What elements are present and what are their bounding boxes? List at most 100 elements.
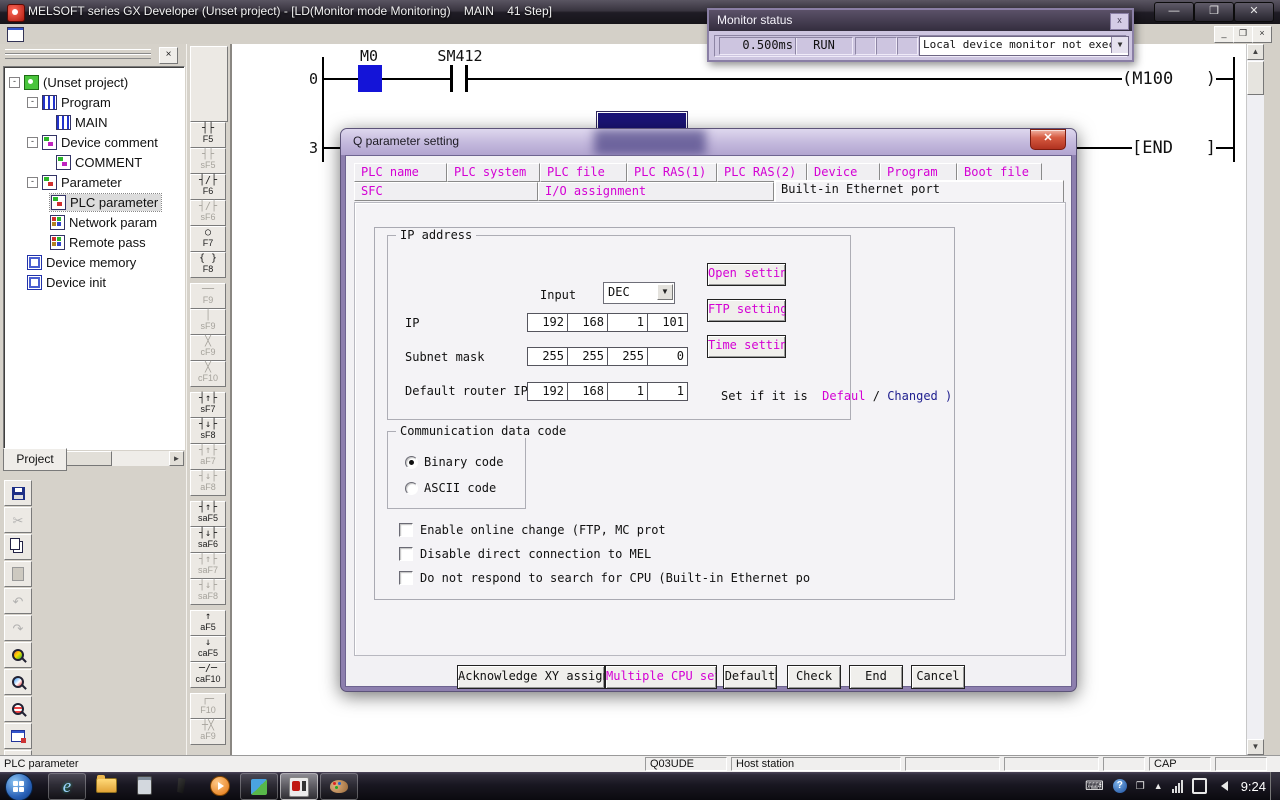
tool-parallel-rising-negated-saF7[interactable]: ┤↑├saF7 [190, 553, 226, 579]
contact-m0-energized[interactable] [358, 65, 382, 92]
tab-sfc[interactable]: SFC [354, 182, 538, 201]
radio-selected-icon[interactable] [405, 456, 418, 469]
scroll-up-icon[interactable]: ▲ [1247, 44, 1264, 60]
mdi-close-button[interactable]: × [1252, 26, 1272, 43]
ip-octet-4[interactable]: 101 [647, 313, 688, 332]
tree-item-main[interactable]: MAIN [4, 112, 184, 132]
cancel-button[interactable]: Cancel [911, 665, 965, 689]
volume-icon[interactable] [1216, 781, 1228, 791]
input-format-select[interactable]: DEC ▼ [603, 282, 675, 304]
subnet-octet-2[interactable]: 255 [567, 347, 608, 366]
scrollbar-thumb[interactable] [1247, 61, 1264, 95]
tool-falling-negated-saF6[interactable]: ┤↓├saF6 [190, 527, 226, 553]
dock-close-icon[interactable]: × [159, 47, 178, 64]
tool-parallel-falling-aF8[interactable]: ┤↓├aF8 [190, 470, 226, 496]
ip-octet-1[interactable]: 192 [527, 313, 568, 332]
chevron-down-icon[interactable]: ▼ [1111, 37, 1128, 53]
redo-button[interactable]: ↷ [4, 615, 32, 641]
close-button[interactable]: ✕ [1234, 2, 1274, 22]
collapse-icon[interactable]: - [9, 77, 20, 88]
collapse-icon[interactable]: - [27, 137, 38, 148]
minimize-button[interactable]: — [1154, 2, 1194, 22]
dialog-titlebar[interactable]: Q parameter setting [341, 129, 1076, 155]
tool-parallel-open-sF5[interactable]: ┤├sF5 [190, 148, 226, 174]
subnet-octet-4[interactable]: 0 [647, 347, 688, 366]
help-icon[interactable]: ? [1113, 779, 1127, 793]
tool-parallel-closed-sF6[interactable]: ┤/├sF6 [190, 200, 226, 226]
taskbar-paint[interactable] [320, 773, 358, 800]
multiple-cpu-settings-button[interactable]: Multiple CPU settings [605, 665, 717, 689]
scroll-right-icon[interactable]: ► [169, 451, 184, 466]
start-button[interactable] [5, 773, 33, 800]
tab-plc-ras1[interactable]: PLC RAS(1) [627, 163, 717, 182]
tool-line-delete-aF9[interactable]: ┼╳aF9 [190, 719, 226, 745]
tree-item-project-root[interactable]: - (Unset project) [4, 72, 184, 92]
undo-button[interactable]: ↶ [4, 588, 32, 614]
router-octet-1[interactable]: 192 [527, 382, 568, 401]
dock-grip[interactable] [5, 54, 151, 59]
tool-vline-sF9[interactable]: │sF9 [190, 309, 226, 335]
tool-open-contact-F5[interactable]: ┤├F5 [190, 122, 226, 148]
tab-plc-file[interactable]: PLC file [540, 163, 627, 182]
checkbox-icon[interactable] [399, 523, 413, 537]
find-step-button[interactable] [4, 696, 32, 722]
signal-bars-icon[interactable] [1172, 780, 1183, 793]
tree-item-plc-parameter[interactable]: PLC parameter [4, 192, 184, 212]
ascii-code-radio[interactable]: ASCII code [405, 481, 496, 495]
check-button[interactable]: Check [787, 665, 841, 689]
tool-rising-pulse-sF7[interactable]: ┤↑├sF7 [190, 392, 226, 418]
tree-item-remote-pass[interactable]: Remote pass [4, 232, 184, 252]
chevron-down-icon[interactable]: ▼ [657, 284, 673, 300]
end-instruction[interactable]: [END] [1132, 136, 1216, 160]
monitor-mode-select[interactable]: Local device monitor not execu ▼ [919, 36, 1129, 56]
tree-item-comment[interactable]: COMMENT [4, 152, 184, 172]
tool-rising-negated-saF5[interactable]: ┤↑├saF5 [190, 501, 226, 527]
tool-pulse-down-caF5[interactable]: ↓caF5 [190, 636, 226, 662]
tool-hline-F9[interactable]: ──F9 [190, 283, 226, 309]
open-settings-button[interactable]: Open settings [707, 263, 786, 286]
tree-item-device-comment[interactable]: - Device comment [4, 132, 184, 152]
router-octet-2[interactable]: 168 [567, 382, 608, 401]
tool-falling-pulse-sF8[interactable]: ┤↓├sF8 [190, 418, 226, 444]
disable-direct-connection-checkbox[interactable]: Disable direct connection to MEL [399, 547, 651, 561]
mdi-restore-button[interactable]: ❐ [1233, 26, 1253, 43]
cross-reference-button[interactable] [4, 723, 32, 749]
tree-item-network-param[interactable]: Network param [4, 212, 184, 232]
taskbar-folder[interactable] [88, 773, 124, 798]
paste-button[interactable] [4, 561, 32, 587]
tree-item-device-memory[interactable]: Device memory [4, 252, 184, 272]
scrollbar-thumb[interactable] [60, 451, 112, 466]
do-not-respond-search-checkbox[interactable]: Do not respond to search for CPU (Built-… [399, 571, 810, 585]
cut-button[interactable]: ✂ [4, 507, 32, 533]
tab-plc-name[interactable]: PLC name [354, 163, 447, 182]
show-desktop-button[interactable] [1270, 772, 1280, 800]
taskbar-calculator[interactable] [126, 773, 162, 798]
router-octet-4[interactable]: 1 [647, 382, 688, 401]
tool-application-F8[interactable]: { }F8 [190, 252, 226, 278]
tab-built-in-ethernet-port[interactable]: Built-in Ethernet port [774, 180, 1064, 202]
collapse-icon[interactable]: - [27, 97, 38, 108]
tool-parallel-rising-aF7[interactable]: ┤↑├aF7 [190, 444, 226, 470]
dialog-close-button[interactable]: ✕ [1030, 129, 1066, 150]
tool-pulse-up-aF5[interactable]: ↑aF5 [190, 610, 226, 636]
monitor-titlebar[interactable]: Monitor status [709, 10, 1132, 31]
taskbar-gx-developer[interactable] [280, 773, 318, 800]
tree-item-program[interactable]: - Program [4, 92, 184, 112]
arrow-up-icon[interactable]: ▲ [1154, 781, 1163, 791]
taskbar-media-player[interactable] [202, 773, 238, 798]
coil-m100[interactable]: (M100) [1122, 67, 1216, 91]
network-plug-icon[interactable] [1192, 778, 1207, 794]
ftp-settings-button[interactable]: FTP settings [707, 299, 786, 322]
router-octet-3[interactable]: 1 [607, 382, 648, 401]
checkbox-icon[interactable] [399, 547, 413, 561]
scroll-down-icon[interactable]: ▼ [1247, 739, 1264, 755]
enable-online-change-checkbox[interactable]: Enable online change (FTP, MC prot [399, 523, 666, 537]
collapse-icon[interactable]: - [27, 177, 38, 188]
tool-coil-F7[interactable]: ○F7 [190, 226, 226, 252]
contact-sm412[interactable] [450, 65, 468, 92]
end-button[interactable]: End [849, 665, 903, 689]
tree-item-parameter[interactable]: - Parameter [4, 172, 184, 192]
tool-delete-hline-cF9[interactable]: ╳cF9 [190, 335, 226, 361]
subnet-octet-3[interactable]: 255 [607, 347, 648, 366]
editor-vertical-scrollbar[interactable]: ▲ ▼ [1246, 44, 1264, 755]
